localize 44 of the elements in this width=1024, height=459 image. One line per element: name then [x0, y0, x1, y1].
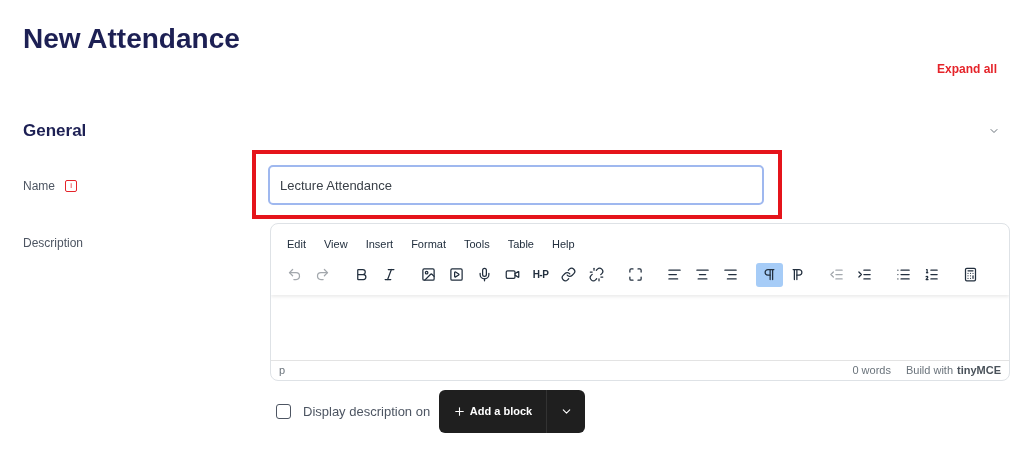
menu-item[interactable]: View: [315, 234, 356, 255]
name-input[interactable]: Lecture Attendance: [268, 165, 764, 205]
align-right-icon: [723, 267, 738, 282]
menu-item[interactable]: Edit: [279, 234, 314, 255]
align-left-icon: [667, 267, 682, 282]
required-icon: i: [65, 180, 77, 192]
microphone-icon: [477, 267, 492, 282]
menu-item[interactable]: Table: [499, 234, 542, 255]
numbered-list-icon: [924, 267, 939, 282]
checkbox[interactable]: [276, 404, 291, 420]
ltr-paragraph-icon: [762, 267, 777, 282]
video-camera-icon: [505, 267, 520, 282]
brand-link[interactable]: tinyMCE: [957, 362, 1001, 379]
bold-icon: [354, 267, 369, 282]
italic-icon: [382, 267, 397, 282]
fullscreen-icon: [628, 267, 643, 282]
menu-item[interactable]: Format: [403, 234, 454, 255]
element-path: p: [279, 363, 286, 379]
expand-all-link[interactable]: Expand all: [936, 60, 997, 78]
bullet-list-icon: [896, 267, 911, 282]
field-label: Description: [23, 235, 84, 252]
ltr-paragraph-button[interactable]: [756, 262, 783, 287]
indent-icon: [857, 267, 872, 282]
undo-icon: [287, 267, 302, 282]
branding-text: Build with: [905, 363, 953, 379]
checkbox-label: Display description on: [303, 403, 431, 421]
plus-icon: [452, 405, 466, 418]
calculator-icon: [963, 267, 978, 282]
align-center-icon: [695, 267, 710, 282]
rtl-paragraph-icon: [790, 267, 805, 282]
page-title: New Attendance: [23, 22, 240, 56]
section-title: General: [23, 120, 87, 142]
menu-item[interactable]: Tools: [456, 234, 498, 255]
redo-icon: [315, 267, 330, 282]
word-count: 0 words: [852, 363, 891, 379]
h5p-button[interactable]: H-P: [527, 262, 554, 287]
link-icon: [561, 267, 576, 282]
unlink-icon: [589, 267, 604, 282]
image-icon: [421, 267, 436, 282]
outdent-icon: [829, 267, 844, 282]
field-label: Name: [23, 178, 55, 195]
media-icon: [449, 267, 464, 282]
menu-item[interactable]: Help: [543, 234, 583, 255]
menu-item[interactable]: Insert: [357, 234, 402, 255]
